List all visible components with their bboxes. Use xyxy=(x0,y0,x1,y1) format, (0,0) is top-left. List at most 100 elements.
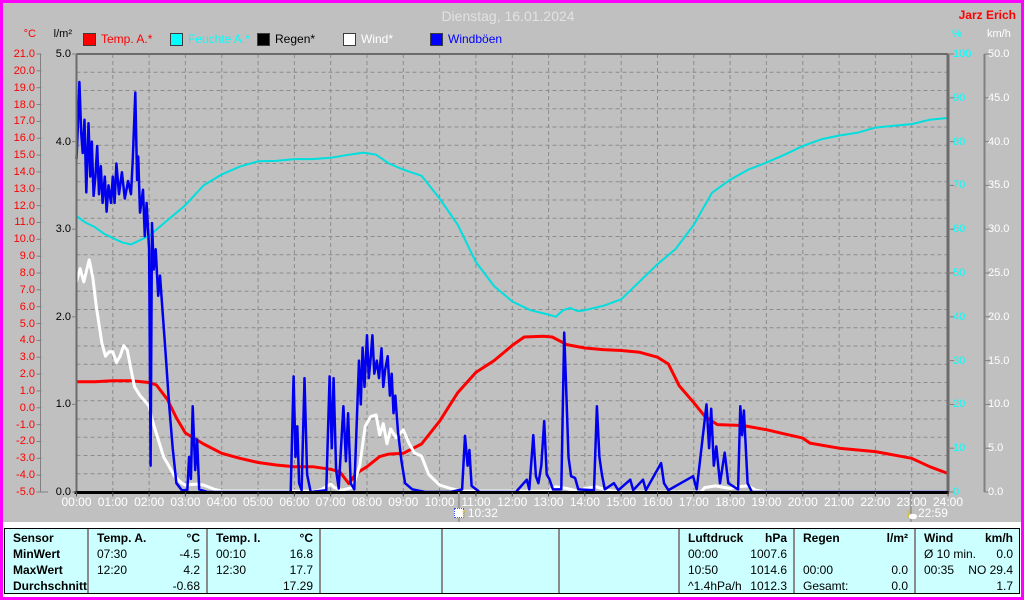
rain-axis-tick-label: 5.0 xyxy=(55,48,71,60)
table-sensor-column: Temp. I. °C 00:10 16.8 12:30 17.7 17.29 xyxy=(208,529,321,593)
table-cell: MinWert xyxy=(13,547,61,561)
legend-swatch-icon xyxy=(343,32,356,46)
table-row-label: Durchschnitt xyxy=(5,579,87,595)
sensor-unit: km/h xyxy=(984,531,1013,545)
chart-region: Dienstag, 16.01.2024 Jarz Erich °C l/m² … xyxy=(3,3,1021,522)
temp-axis-tick-label: 4.0 xyxy=(19,334,35,347)
legend-item: Temp. A.* xyxy=(83,32,152,46)
table-cell: 0.0 xyxy=(996,547,1013,561)
temp-axis-tick-label: -2.0 xyxy=(16,435,35,448)
table-cell xyxy=(552,563,558,579)
marker-time-label: 10:32 xyxy=(467,506,498,520)
table-header-row: Wind km/h xyxy=(916,531,1019,547)
table-row xyxy=(321,547,441,563)
table-cell xyxy=(672,579,678,595)
arrow-up-icon: ↑ xyxy=(460,506,467,520)
temp-axis-tick-label: 10.0 xyxy=(13,233,35,246)
temp-axis-tick-label: 5.0 xyxy=(19,317,35,330)
table-cell xyxy=(560,547,568,563)
table-cell xyxy=(435,579,441,595)
sensor-name: Luftdruck xyxy=(688,531,744,545)
table-sensor-column: Temp. A. °C 07:30 -4.5 12:20 4.2 -0.68 xyxy=(89,529,208,593)
table-sensor-column: Regen l/m² 00:00 0.0 Gesamt: 0.0 xyxy=(795,529,916,593)
rain-axis-tick-label: 1.0 xyxy=(55,398,71,411)
table-header-row xyxy=(321,531,441,547)
temp-axis-tick-label: -1.0 xyxy=(16,418,35,431)
temp-axis-tick-label: 21.0 xyxy=(13,48,35,60)
sensor-unit xyxy=(672,531,678,547)
temp-axis-tick-label: 18.0 xyxy=(13,98,35,111)
table-row xyxy=(560,547,678,563)
table-cell: -4.5 xyxy=(179,547,200,561)
table-row: 07:30 -4.5 xyxy=(89,547,206,563)
table-cell xyxy=(321,563,329,579)
humidity-axis-tick-label: 30 xyxy=(953,354,966,367)
sensor-name: Wind xyxy=(924,531,954,545)
table-row: 12:20 4.2 xyxy=(89,563,206,579)
legend-label: Regen* xyxy=(275,32,316,46)
humidity-axis-tick-label: 40 xyxy=(953,310,966,323)
humidity-axis-tick-label: 80 xyxy=(953,135,966,148)
temp-axis-tick-label: 19.0 xyxy=(13,81,35,94)
table-sensor-column: Wind km/h Ø 10 min. 0.0 00:35 NO 29.4 1.7 xyxy=(916,529,1019,593)
rain-axis-tick-label: 3.0 xyxy=(55,223,71,236)
table-row xyxy=(560,579,678,595)
table-sensor-column xyxy=(560,529,680,593)
moonset-icon xyxy=(908,513,917,519)
table-row-label: MinWert xyxy=(5,547,87,563)
table-row xyxy=(443,579,558,595)
table-header-row: Regen l/m² xyxy=(795,531,914,547)
table-row: 00:00 1007.6 xyxy=(680,547,793,563)
temp-axis-tick-label: 13.0 xyxy=(13,182,35,195)
legend-item: Wind* xyxy=(343,32,393,46)
table-cell: 1012.3 xyxy=(750,579,787,593)
table-row xyxy=(443,563,558,579)
table-cell xyxy=(208,579,216,595)
table-cell: 00:10 xyxy=(216,547,247,561)
table-cell xyxy=(443,547,451,563)
humidity-axis-tick-label: 10 xyxy=(953,442,966,455)
table-cell: NO 29.4 xyxy=(968,563,1013,577)
table-row: Gesamt: 0.0 xyxy=(795,579,914,595)
table-header-row xyxy=(443,531,558,547)
table-cell: 1014.6 xyxy=(750,563,787,577)
table-cell: 1007.6 xyxy=(750,547,787,561)
sensor-unit xyxy=(435,531,441,547)
wind-axis-tick-label: 45.0 xyxy=(988,91,1010,104)
sensor-unit xyxy=(552,531,558,547)
table-cell xyxy=(435,563,441,579)
legend-label: Feuchte A.* xyxy=(188,32,251,46)
sensor-name xyxy=(560,531,568,547)
table-cell: 07:30 xyxy=(97,547,128,561)
table-cell: 12:20 xyxy=(97,563,128,577)
table-cell: 17.7 xyxy=(289,563,313,577)
table-cell xyxy=(560,579,568,595)
legend-label: Windböen xyxy=(448,32,503,46)
table-sensor-column: Luftdruck hPa 00:00 1007.6 10:50 1014.6 ^1.4hP… xyxy=(680,529,795,593)
table-row xyxy=(321,579,441,595)
humidity-axis-tick-label: 100 xyxy=(953,48,972,60)
temp-axis-tick-label: 8.0 xyxy=(19,267,35,279)
table-header-row: Temp. A. °C xyxy=(89,531,206,547)
table-row xyxy=(560,563,678,579)
temp-axis-tick-label: 17.0 xyxy=(13,115,35,128)
temp-axis-tick-label: -5.0 xyxy=(16,486,35,498)
temp-axis-tick-label: 3.0 xyxy=(19,351,35,364)
chart-title: Dienstag, 16.01.2024 xyxy=(441,8,575,24)
wind-axis-tick-label: 5.0 xyxy=(988,442,1004,455)
sensor-name: Temp. I. xyxy=(216,531,261,545)
table-cell: 10:50 xyxy=(688,563,719,577)
wind-axis-tick-label: 40.0 xyxy=(988,135,1010,148)
temp-axis-tick-label: -3.0 xyxy=(16,452,35,465)
time-marker: ↓ 22:59 xyxy=(906,506,948,520)
temp-axis-unit-label: °C xyxy=(23,28,36,40)
table-cell xyxy=(443,563,451,579)
temp-axis-tick-label: 2.0 xyxy=(19,368,35,381)
table-row: ^1.4hPa/h 1012.3 xyxy=(680,579,793,595)
wind-axis-tick-label: 50.0 xyxy=(988,48,1010,60)
rain-axis-unit-label: l/m² xyxy=(53,28,72,40)
table-row: -0.68 xyxy=(89,579,206,595)
humidity-axis-tick-label: 90 xyxy=(953,91,966,104)
marker-time-label: 22:59 xyxy=(917,506,948,520)
table-sensor-column xyxy=(321,529,443,593)
